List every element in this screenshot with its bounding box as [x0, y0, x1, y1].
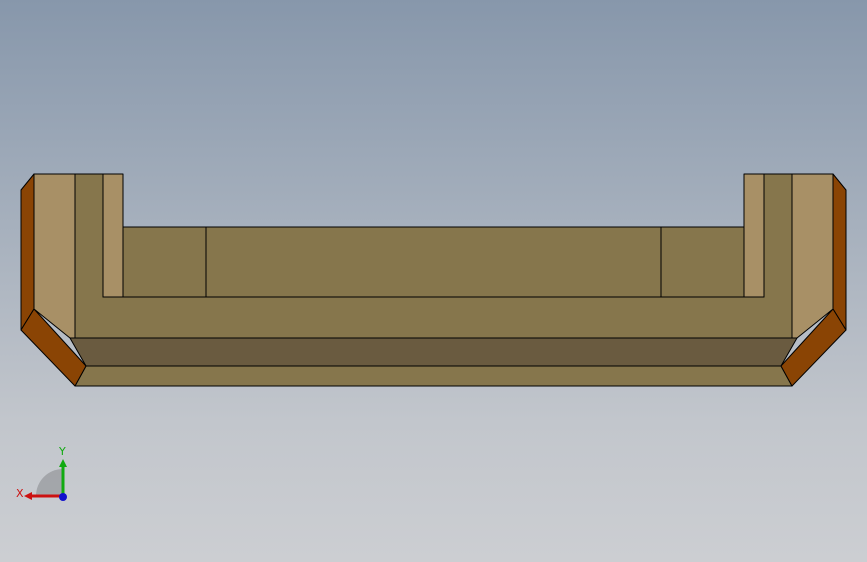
inner-panel-center [205, 226, 662, 298]
base-front-band [69, 337, 798, 367]
y-axis-label: Y [58, 445, 66, 458]
inner-panel-right [660, 226, 745, 298]
inner-panel-left [122, 226, 207, 298]
right-outer-face [791, 173, 834, 339]
left-inner-wall [102, 173, 124, 298]
coordinate-triad: X Y [16, 445, 67, 501]
left-outer-face [33, 173, 76, 339]
z-axis-icon [59, 493, 67, 501]
left-chamfer-top [20, 173, 35, 331]
x-arrow-icon [24, 492, 32, 500]
x-axis-label: X [16, 487, 24, 500]
part-model[interactable] [0, 0, 867, 562]
right-inner-wall [743, 173, 765, 298]
triad-plane-sector [36, 469, 63, 496]
y-arrow-icon [59, 459, 67, 467]
graphics-viewport[interactable]: X Y [0, 0, 867, 562]
base-bottom-strip [74, 365, 793, 387]
right-chamfer-top [832, 173, 847, 331]
